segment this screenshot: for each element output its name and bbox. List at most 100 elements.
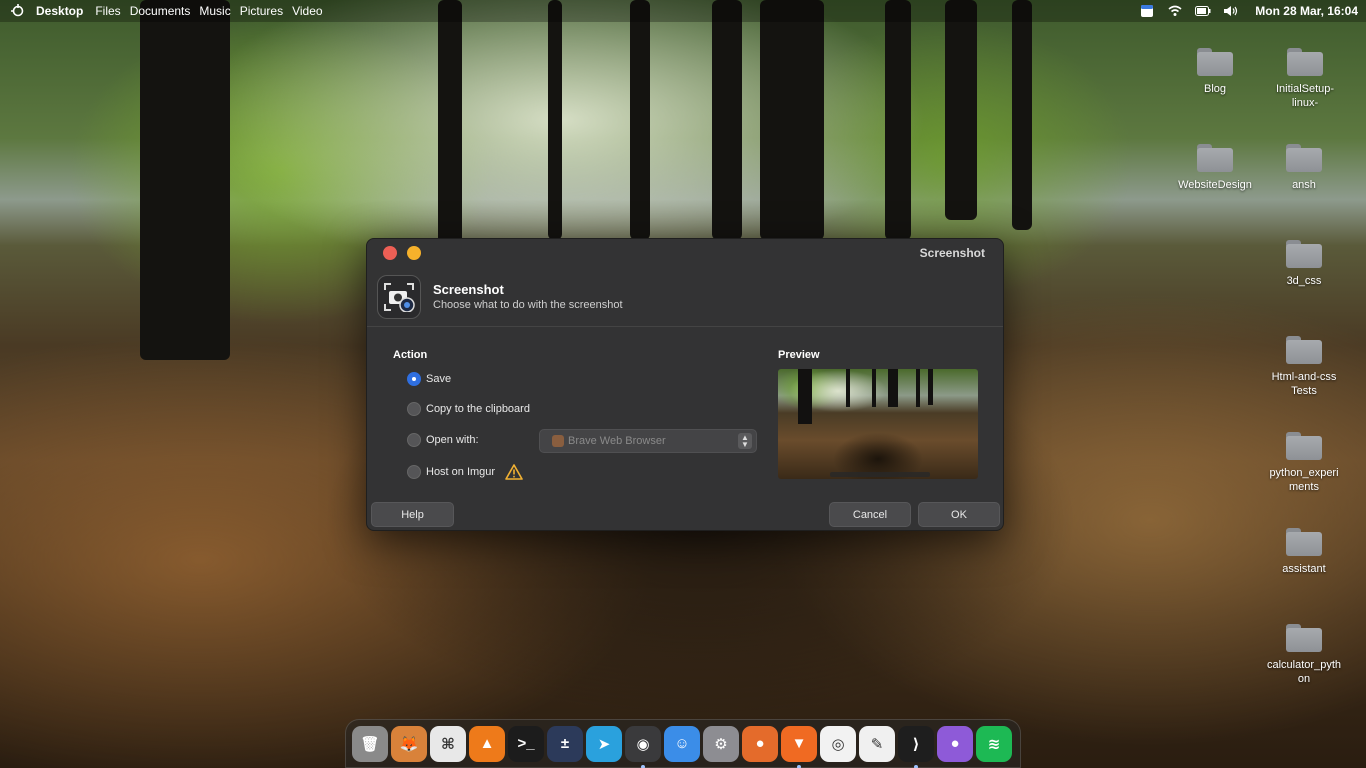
warning-icon (505, 464, 523, 480)
desktop-folder-initialsetup[interactable]: InitialSetup-linux- (1264, 48, 1346, 110)
folder-label: 3d_css (1286, 275, 1322, 287)
launcher-icon[interactable] (10, 3, 26, 19)
text-editor-icon[interactable]: ✎ (859, 725, 895, 762)
trash-icon[interactable]: 🗑 (352, 725, 388, 762)
action-label: Action (393, 349, 428, 361)
radio-copy-clipboard[interactable] (407, 402, 421, 416)
wifi-icon[interactable] (1167, 4, 1183, 18)
menu-documents[interactable]: Documents (130, 4, 191, 18)
dock-glyph: ⌘ (441, 735, 455, 753)
wallpaper-tree (945, 0, 977, 220)
cancel-button[interactable]: Cancel (829, 502, 911, 527)
preview-tree (846, 369, 850, 407)
chevron-updown-icon: ▲ ▼ (738, 433, 752, 449)
calendar-icon[interactable] (1139, 4, 1155, 18)
folder-icon (1197, 48, 1233, 76)
option-copy-clipboard[interactable]: Copy to the clipboard (407, 402, 530, 416)
option-label: Open with: (426, 434, 479, 446)
option-label: Host on Imgur (426, 466, 496, 478)
menu-desktop[interactable]: Desktop (36, 4, 83, 18)
header-title: Screenshot (433, 282, 504, 297)
desktop-folder-ansh[interactable]: ansh (1264, 144, 1344, 192)
camera-icon[interactable]: ◎ (820, 725, 856, 762)
folder-label: Html-and-css Tests (1271, 371, 1337, 397)
wallpaper-tree (1012, 0, 1032, 230)
desktop-folder-assistant[interactable]: assistant (1264, 528, 1344, 576)
wallpaper-tree (885, 0, 911, 240)
menu-video[interactable]: Video (292, 4, 322, 18)
folder-label: ansh (1292, 179, 1316, 191)
radio-save[interactable] (407, 372, 421, 386)
dock-glyph: 🦊 (399, 735, 419, 753)
ok-button[interactable]: OK (918, 502, 1000, 527)
dock-glyph: ⚙ (714, 735, 728, 753)
dock-glyph: ± (560, 735, 570, 752)
desktop-folder-3d-css[interactable]: 3d_css (1264, 240, 1344, 288)
menu-music[interactable]: Music (199, 4, 230, 18)
folder-label: python_experiments (1269, 467, 1339, 493)
folder-icon (1286, 240, 1322, 268)
dialog-titlebar[interactable]: Screenshot (367, 239, 1003, 267)
preview-tree (888, 369, 898, 407)
gimp-icon[interactable]: 🦊 (391, 725, 427, 762)
dock-glyph: ● (755, 735, 765, 752)
volume-icon[interactable] (1223, 4, 1239, 18)
screenshot-preview (778, 369, 978, 479)
folder-label: calculator_python (1267, 659, 1341, 685)
vlc-icon[interactable]: ▲ (469, 725, 505, 762)
finder-icon[interactable]: ☺ (664, 725, 700, 762)
wallpaper-tree (630, 0, 650, 240)
brave-icon[interactable]: ▼ (781, 725, 817, 768)
settings-icon[interactable]: ⚙ (703, 725, 739, 762)
dock-glyph: ≋ (987, 735, 1001, 753)
folder-icon (1286, 432, 1322, 460)
spotify-icon[interactable]: ≋ (976, 725, 1012, 762)
running-indicator (797, 764, 801, 768)
clock[interactable]: Mon 28 Mar, 16:04 (1255, 4, 1358, 18)
folder-label: InitialSetup-linux- (1275, 83, 1335, 109)
help-button[interactable]: Help (371, 502, 454, 527)
dock-glyph: ➤ (597, 735, 611, 753)
dock-glyph: ✎ (870, 735, 884, 753)
option-host-imgur[interactable]: Host on Imgur (407, 464, 523, 480)
dock-glyph: ◎ (831, 735, 845, 753)
desktop-folder-calculator-python[interactable]: calculator_python (1264, 624, 1344, 686)
wallpaper-tree (760, 0, 824, 240)
dock-glyph: ● (950, 735, 960, 752)
desktop-folder-websitedesign[interactable]: WebsiteDesign (1175, 144, 1255, 192)
screenshot-icon[interactable]: ◉ (625, 725, 661, 768)
top-menubar: Desktop Files Documents Music Pictures V… (0, 0, 1366, 22)
calculator-icon[interactable]: ± (547, 725, 583, 762)
telegram-icon[interactable]: ➤ (586, 725, 622, 762)
running-indicator (641, 764, 645, 768)
desktop-folder-blog[interactable]: Blog (1175, 48, 1255, 96)
folder-icon (1197, 144, 1233, 172)
menu-files[interactable]: Files (95, 4, 120, 18)
option-save[interactable]: Save (407, 372, 451, 386)
dock-glyph: >_ (517, 735, 535, 752)
dock-glyph: ⟩ (912, 735, 920, 753)
radio-host-imgur[interactable] (407, 465, 421, 479)
keyboard-shortcuts-icon[interactable]: ⌘ (430, 725, 466, 762)
terminal-icon[interactable]: >_ (508, 725, 544, 762)
folder-label: Blog (1203, 83, 1227, 95)
desktop-folder-html-css-tests[interactable]: Html-and-css Tests (1264, 336, 1344, 398)
desktop-folder-python-experiments[interactable]: python_experiments (1264, 432, 1344, 494)
dock-glyph: ◉ (636, 735, 650, 753)
battery-icon[interactable] (1195, 4, 1211, 18)
github-icon[interactable]: ● (937, 725, 973, 762)
folder-label: WebsiteDesign (1178, 179, 1252, 191)
vscode-icon[interactable]: ⟩ (898, 725, 934, 768)
preview-label: Preview (778, 349, 820, 361)
open-with-select[interactable]: Brave Web Browser ▲ ▼ (539, 429, 757, 453)
minimize-button[interactable] (407, 246, 421, 260)
radio-open-with[interactable] (407, 433, 421, 447)
wallpaper-tree (712, 0, 742, 240)
dock: 🗑 🦊 ⌘ ▲ >_ ± ➤ ◉ ☺ ⚙ ● ▼ ◎ ✎ ⟩ ● ≋ (345, 719, 1021, 768)
firefox-icon[interactable]: ● (742, 725, 778, 762)
option-open-with[interactable]: Open with: (407, 433, 479, 447)
folder-icon (1286, 336, 1322, 364)
running-indicator (914, 764, 918, 768)
menu-pictures[interactable]: Pictures (240, 4, 283, 18)
close-button[interactable] (383, 246, 397, 260)
